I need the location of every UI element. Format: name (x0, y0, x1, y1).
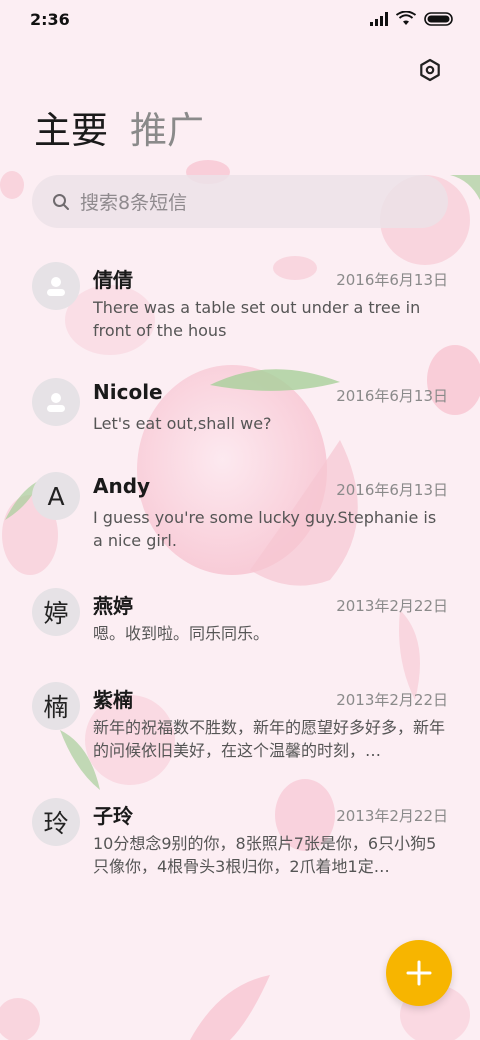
tab-bar: 主要 推广 (34, 108, 204, 154)
contact-name: 子玲 (93, 804, 133, 828)
message-date: 2016年6月13日 (336, 387, 448, 405)
search-bar[interactable]: 搜索8条短信 (32, 175, 448, 228)
avatar: 婷 (32, 588, 80, 636)
wifi-icon (396, 11, 416, 25)
cellular-signal-icon (370, 11, 388, 26)
message-preview: Let's eat out,shall we? (93, 414, 272, 433)
conversation-item[interactable]: 玲 子玲 2013年2月22日 10分想念9别的你，8张照片7张是你，6只小狗5… (0, 798, 480, 908)
contact-name: 紫楠 (93, 688, 133, 712)
search-placeholder: 搜索8条短信 (80, 192, 188, 214)
contact-name: Nicole (93, 380, 163, 404)
settings-icon (420, 58, 440, 82)
message-preview: 10分想念9别的你，8张照片7张是你，6只小狗5只像你，4根骨头3根归你，2爪着… (93, 834, 437, 876)
message-preview: 嗯。收到啦。同乐同乐。 (93, 624, 270, 643)
battery-icon (424, 11, 453, 26)
person-icon (47, 393, 65, 412)
message-date: 2016年6月13日 (336, 481, 448, 499)
avatar: A (32, 472, 80, 520)
message-date: 2016年6月13日 (336, 271, 448, 289)
search-icon (53, 193, 69, 210)
contact-name: 燕婷 (93, 594, 133, 618)
plus-icon (406, 960, 432, 986)
message-preview: There was a table set out under a tree i… (93, 298, 421, 340)
status-icons (370, 11, 454, 26)
message-date: 2013年2月22日 (336, 807, 448, 825)
new-message-button[interactable] (386, 940, 452, 1006)
message-preview: 新年的祝福数不胜数，新年的愿望好多好多，新年的问候依旧美好，在这个温馨的时刻，… (93, 718, 445, 760)
tab-promotions[interactable]: 推广 (130, 108, 204, 154)
contact-name: Andy (93, 474, 151, 498)
conversation-item[interactable]: 楠 紫楠 2013年2月22日 新年的祝福数不胜数，新年的愿望好多好多，新年的问… (0, 682, 480, 792)
avatar: 玲 (32, 798, 80, 846)
message-preview: I guess you're some lucky guy.Stephanie … (93, 508, 437, 550)
conversation-item[interactable]: 倩倩 2016年6月13日 There was a table set out … (0, 262, 480, 372)
contact-name: 倩倩 (93, 268, 133, 292)
message-date: 2013年2月22日 (336, 597, 448, 615)
person-icon (47, 277, 65, 296)
status-time: 2:36 (30, 10, 70, 29)
status-bar: 2:36 (0, 0, 480, 40)
avatar (32, 262, 80, 310)
message-date: 2013年2月22日 (336, 691, 448, 709)
conversation-item[interactable]: A Andy 2016年6月13日 I guess you're some lu… (0, 472, 480, 582)
avatar (32, 378, 80, 426)
avatar: 楠 (32, 682, 80, 730)
settings-button[interactable] (414, 54, 446, 86)
tab-main[interactable]: 主要 (34, 108, 108, 154)
